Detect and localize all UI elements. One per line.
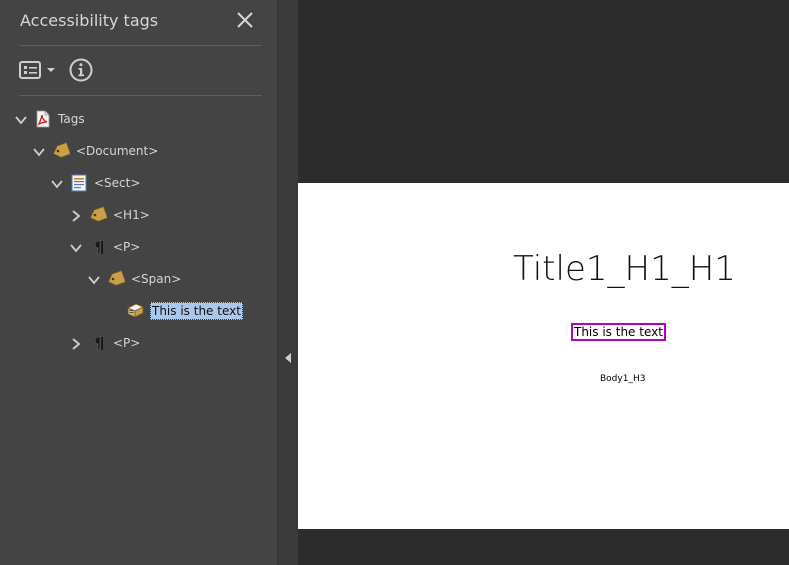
chevron-down-icon[interactable] bbox=[14, 112, 28, 126]
chevron-right-icon[interactable] bbox=[69, 208, 83, 222]
tag-icon bbox=[52, 142, 72, 160]
tree-node-label: <P> bbox=[113, 336, 141, 350]
accessibility-tags-panel: Accessibility tags Tags <Document> <Sect… bbox=[0, 0, 277, 565]
paragraph-icon bbox=[89, 334, 107, 352]
paragraph-icon bbox=[89, 238, 107, 256]
info-icon[interactable] bbox=[69, 58, 93, 82]
pdf-page: Title1_H1_H1 This is the text Body1_H3 bbox=[298, 183, 789, 529]
options-menu-icon[interactable] bbox=[19, 59, 59, 81]
tree-node-label: <Document> bbox=[76, 144, 159, 158]
close-icon[interactable] bbox=[235, 10, 255, 30]
tree-node-p[interactable]: <P> bbox=[69, 330, 140, 356]
tree-node-document[interactable]: <Document> bbox=[32, 138, 158, 164]
panel-title: Accessibility tags bbox=[20, 11, 159, 30]
tree-node-label: <Sect> bbox=[94, 176, 141, 190]
tree-node-h1[interactable]: <H1> bbox=[69, 202, 150, 228]
tree-node-label: <H1> bbox=[113, 208, 150, 222]
tree-node-tags[interactable]: Tags bbox=[14, 106, 85, 132]
chevron-down-icon[interactable] bbox=[32, 144, 46, 158]
tree-node-p[interactable]: <P> bbox=[69, 234, 140, 260]
divider bbox=[19, 95, 262, 96]
panel-splitter[interactable] bbox=[277, 0, 298, 565]
chevron-down-icon[interactable] bbox=[69, 240, 83, 254]
chevron-down-icon[interactable] bbox=[50, 176, 64, 190]
tag-icon bbox=[107, 270, 127, 288]
text-content-icon bbox=[126, 302, 144, 320]
tree-node-label-selected: This is the text bbox=[150, 302, 243, 320]
chevron-down-icon[interactable] bbox=[87, 272, 101, 286]
tree-node-label: Tags bbox=[58, 112, 85, 126]
tree-node-label: <P> bbox=[113, 240, 141, 254]
highlighted-text[interactable]: This is the text bbox=[571, 323, 666, 341]
tree-node-label: <Span> bbox=[131, 272, 182, 286]
section-icon bbox=[70, 174, 88, 192]
chevron-right-icon[interactable] bbox=[69, 336, 83, 350]
tree-node-sect[interactable]: <Sect> bbox=[50, 170, 140, 196]
collapse-panel-icon[interactable] bbox=[283, 349, 293, 363]
tree-node-text-content[interactable]: This is the text bbox=[126, 298, 243, 324]
tag-icon bbox=[89, 206, 109, 224]
page-heading: Title1_H1_H1 bbox=[513, 249, 736, 289]
pdf-file-icon bbox=[34, 110, 52, 128]
page-body-text: Body1_H3 bbox=[600, 374, 646, 384]
tree-node-span[interactable]: <Span> bbox=[87, 266, 181, 292]
divider bbox=[19, 45, 262, 46]
